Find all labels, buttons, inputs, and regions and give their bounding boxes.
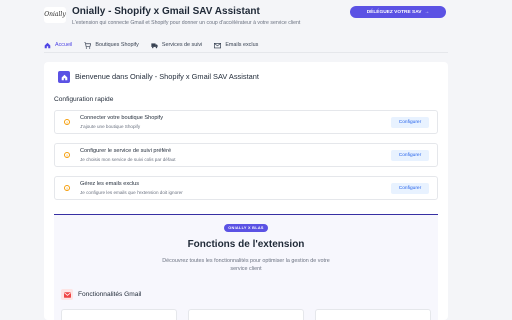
- config-item-excluded-emails: ! Gérez les emails exclus Je configure l…: [54, 176, 438, 200]
- tab-boutiques-shopify[interactable]: Boutiques Shopify: [84, 38, 139, 52]
- config-section-title: Configuration rapide: [54, 96, 114, 103]
- app-logo: Onially: [44, 7, 66, 23]
- config-item-desc: J'ajoute une boutique Shopify: [80, 124, 141, 129]
- gmail-features-label: Fonctionnalités Gmail: [78, 291, 142, 298]
- configure-shopify-button[interactable]: Configurer: [391, 117, 429, 128]
- gmail-features-header: Fonctionnalités Gmail: [61, 289, 141, 300]
- tab-divider: [44, 52, 448, 53]
- welcome-home-icon-box: [58, 71, 70, 83]
- config-item-desc: Je choisis mon service de suivi colis pa…: [80, 157, 176, 162]
- tab-label: Boutiques Shopify: [95, 42, 139, 48]
- feature-card: [188, 309, 304, 320]
- welcome-title: Bienvenue dans Onially - Shopify x Gmail…: [75, 72, 259, 81]
- features-section: ONIALLY X BLAS Fonctions de l'extension …: [54, 214, 438, 320]
- main-card: Bienvenue dans Onially - Shopify x Gmail…: [44, 62, 448, 320]
- tab-accueil[interactable]: Accueil: [44, 38, 73, 53]
- configure-excluded-emails-button[interactable]: Configurer: [391, 183, 429, 194]
- config-item-tracking: ! Configurer le service de suivi préféré…: [54, 143, 438, 167]
- warning-icon: !: [64, 119, 70, 125]
- arrow-right-icon: →: [424, 9, 430, 15]
- config-item-title: Connecter votre boutique Shopify: [80, 114, 164, 121]
- tab-label: Emails exclus: [225, 42, 259, 48]
- warning-icon: !: [64, 185, 70, 191]
- delegate-sav-label: DÉLÉGUEZ VOTRE SAV: [366, 9, 422, 15]
- config-item-title: Gérez les emails exclus: [80, 180, 140, 187]
- truck-icon: [151, 42, 158, 48]
- cart-icon: [84, 41, 92, 49]
- mail-icon: [61, 289, 73, 300]
- features-badge: ONIALLY X BLAS: [224, 224, 268, 232]
- tab-bar: Accueil Boutiques Shopify Services de su…: [44, 38, 258, 53]
- configure-tracking-button[interactable]: Configurer: [391, 150, 429, 161]
- tab-services-de-suivi[interactable]: Services de suivi: [151, 38, 202, 52]
- features-description: Découvrez toutes les fonctionnalités pou…: [162, 258, 330, 272]
- feature-card: [315, 309, 431, 320]
- app-subtitle: L'extension qui connecte Gmail et Shopif…: [72, 20, 301, 26]
- tab-label: Accueil: [55, 42, 73, 48]
- tab-label: Services de suivi: [161, 42, 203, 48]
- warning-icon: !: [64, 152, 70, 158]
- home-icon: [61, 74, 67, 80]
- config-item-desc: Je configure les emails que l'extension …: [80, 190, 183, 195]
- config-item-title: Configurer le service de suivi préféré: [80, 147, 172, 154]
- features-title: Fonctions de l'extension: [187, 239, 305, 250]
- home-icon: [44, 42, 51, 48]
- delegate-sav-button[interactable]: DÉLÉGUEZ VOTRE SAV →: [350, 6, 446, 18]
- app-title: Onially - Shopify x Gmail SAV Assistant: [72, 6, 260, 17]
- config-item-shopify: ! Connecter votre boutique Shopify J'ajo…: [54, 110, 438, 134]
- mail-icon: [214, 42, 222, 48]
- feature-card: [61, 309, 177, 320]
- tab-emails-exclus[interactable]: Emails exclus: [214, 38, 258, 52]
